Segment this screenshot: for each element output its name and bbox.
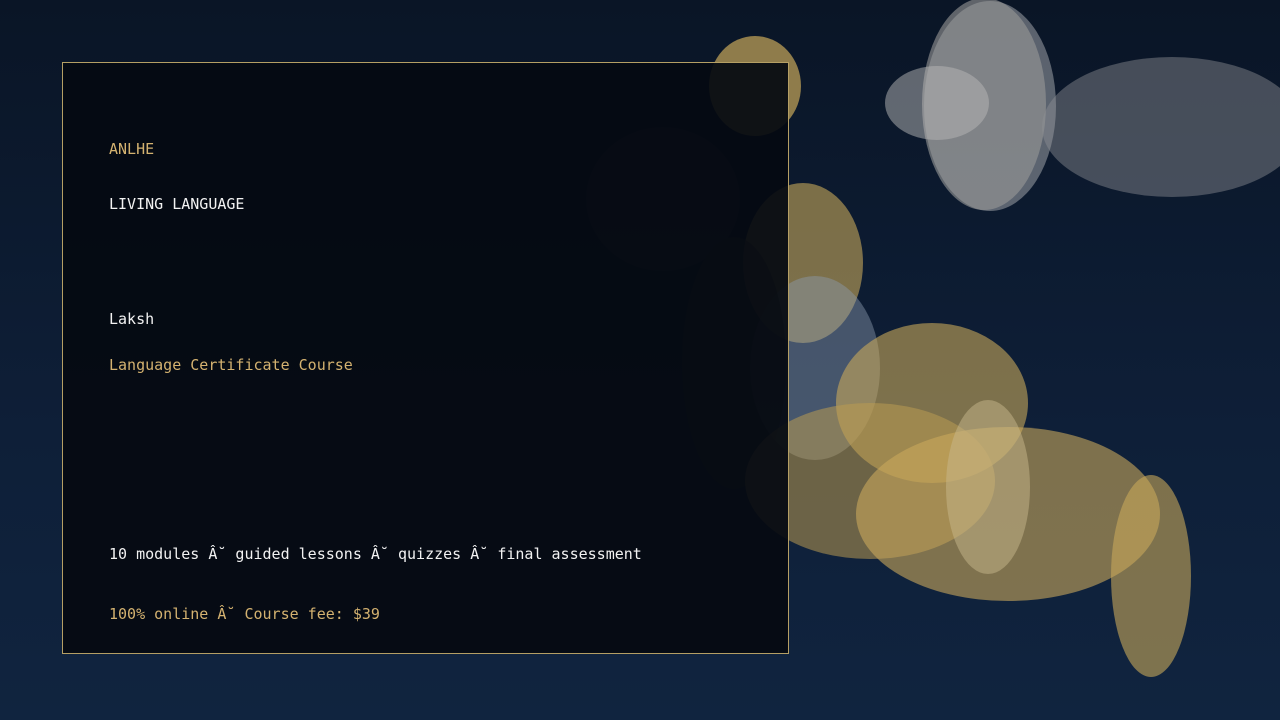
course-card: ANLHE LIVING LANGUAGE Laksh Language Cer…: [62, 62, 789, 654]
course-details: 10 modules Â˘ guided lessons Â˘ quizzes …: [109, 545, 642, 563]
course-title: Language Certificate Course: [109, 356, 353, 374]
program-title: LIVING LANGUAGE: [109, 195, 245, 213]
brand-label: ANLHE: [109, 140, 155, 158]
recipient-name: Laksh: [109, 310, 155, 328]
pricing-line: 100% online Â˘ Course fee: $39: [109, 605, 380, 623]
